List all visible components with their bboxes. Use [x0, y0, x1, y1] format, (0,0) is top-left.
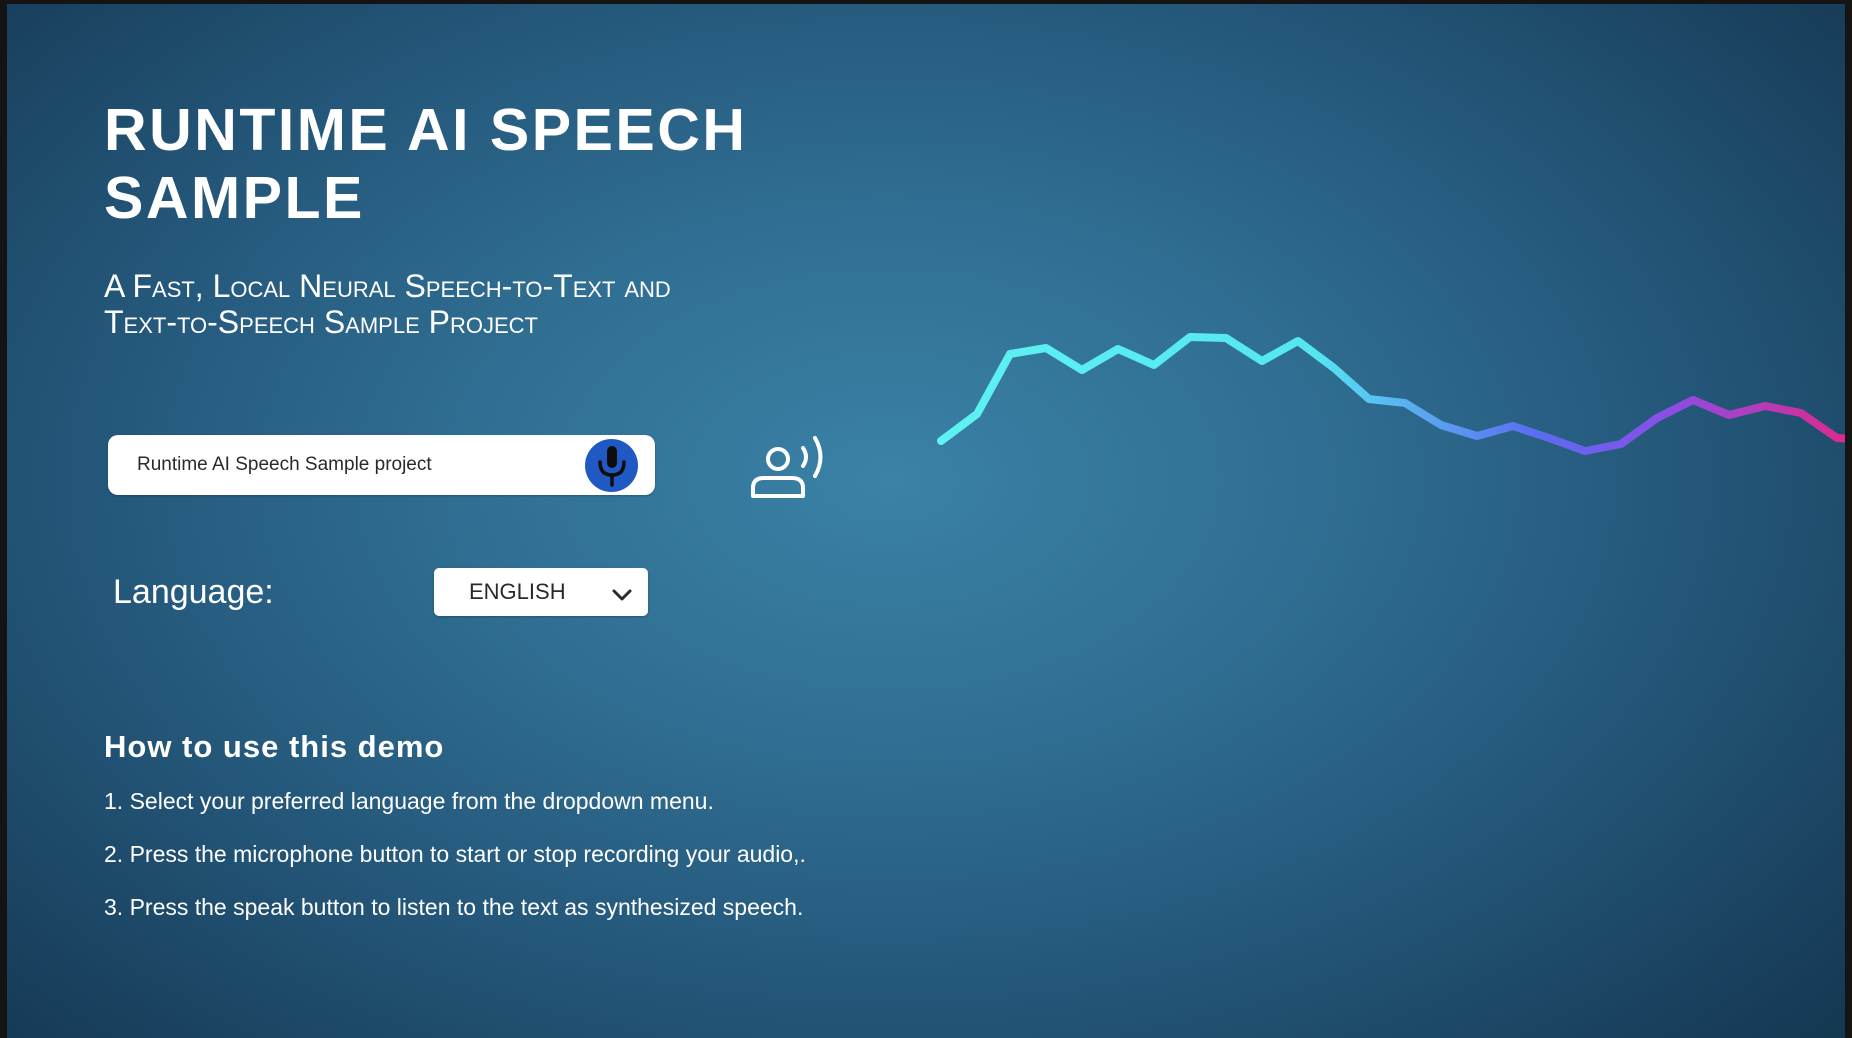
- instruction-step: 2. Press the microphone button to start …: [104, 841, 806, 867]
- microphone-button[interactable]: [585, 439, 638, 492]
- microphone-icon: [597, 445, 626, 487]
- transcription-field[interactable]: Runtime AI Speech Sample project: [108, 435, 655, 495]
- chevron-down-icon: [612, 589, 632, 601]
- waveform-line: [937, 333, 1845, 455]
- audio-waveform: [937, 333, 1845, 455]
- app-window: RUNTIME AI SPEECH SAMPLE A Fast, Local N…: [0, 0, 1852, 1038]
- page-title: RUNTIME AI SPEECH SAMPLE: [104, 97, 748, 231]
- background: RUNTIME AI SPEECH SAMPLE A Fast, Local N…: [7, 4, 1845, 1038]
- speaking-person-icon: [751, 436, 823, 498]
- transcription-text[interactable]: Runtime AI Speech Sample project: [137, 435, 432, 495]
- page-subtitle: A Fast, Local Neural Speech-to-Text and …: [104, 268, 671, 340]
- instruction-step: 1. Select your preferred language from t…: [104, 788, 714, 814]
- language-selected-value: ENGLISH: [469, 579, 566, 604]
- instruction-step: 3. Press the speak button to listen to t…: [104, 894, 804, 920]
- language-dropdown[interactable]: ENGLISH: [434, 568, 648, 616]
- instructions-heading: How to use this demo: [104, 729, 445, 764]
- speak-button[interactable]: [746, 432, 830, 502]
- language-label: Language:: [113, 573, 274, 611]
